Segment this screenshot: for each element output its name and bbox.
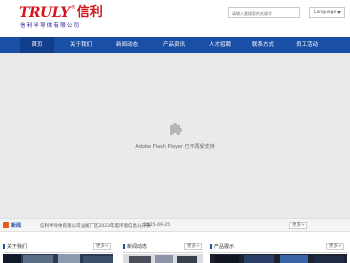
logo-latin-text: TRULY: [19, 5, 70, 21]
divider: [123, 252, 203, 253]
site-header: TRULY ® 信利 信利半导体有限公司 Language: [0, 0, 350, 37]
products-more-button[interactable]: 更多>: [326, 243, 344, 250]
plugin-puzzle-icon: [170, 123, 182, 135]
news-section-more-button[interactable]: 更多>: [184, 243, 202, 250]
news-date: 2025-09-25: [144, 222, 171, 228]
news-ticker: 新闻 信利半导体有限公司汕尾厂区2023年度环境信息公开表 2025-09-25…: [0, 218, 350, 232]
news-more-button[interactable]: 更多>: [289, 222, 307, 229]
about-more-button[interactable]: 更多>: [93, 243, 111, 250]
section-marker: [210, 243, 212, 249]
chevron-down-icon: [337, 11, 341, 14]
news-label: 新闻: [11, 223, 22, 229]
section-news-title: 新闻动态: [123, 243, 147, 251]
section-marker: [123, 243, 125, 249]
section-products-title: 产品展示: [210, 243, 234, 251]
language-label: Language: [314, 10, 337, 15]
divider: [210, 252, 347, 253]
nav-item-activities[interactable]: 员工活动: [288, 37, 326, 53]
logo-chinese-text: 信利: [76, 5, 103, 20]
registered-mark: ®: [70, 5, 76, 11]
nav-item-news[interactable]: 新闻动态: [108, 37, 146, 53]
product-image: [210, 254, 347, 263]
main-nav: 首页 关于我们 新闻动态 产品资讯 人才招聘 联系方式 员工活动: [0, 37, 350, 53]
about-image: [3, 254, 113, 263]
section-marker: [3, 243, 5, 249]
nav-item-careers[interactable]: 人才招聘: [201, 37, 239, 53]
news-image: [123, 254, 203, 263]
language-select[interactable]: Language: [309, 7, 345, 18]
nav-item-home[interactable]: 首页: [20, 37, 54, 53]
nav-item-contact[interactable]: 联系方式: [244, 37, 282, 53]
section-about-title: 关于我们: [3, 243, 27, 251]
truly-logo[interactable]: TRULY ® 信利 信利半导体有限公司: [19, 5, 103, 30]
news-headline-link[interactable]: 信利半导体有限公司汕尾厂区2023年度环境信息公开表: [40, 223, 150, 229]
divider: [3, 252, 113, 253]
company-name: 信利半导体有限公司: [20, 23, 81, 29]
search-input[interactable]: [228, 7, 300, 18]
speaker-icon: [3, 222, 9, 228]
flash-unsupported-message: Adobe Flash Player 已不再受支持: [135, 144, 215, 150]
nav-item-about[interactable]: 关于我们: [62, 37, 100, 53]
nav-item-products[interactable]: 产品资讯: [155, 37, 193, 53]
